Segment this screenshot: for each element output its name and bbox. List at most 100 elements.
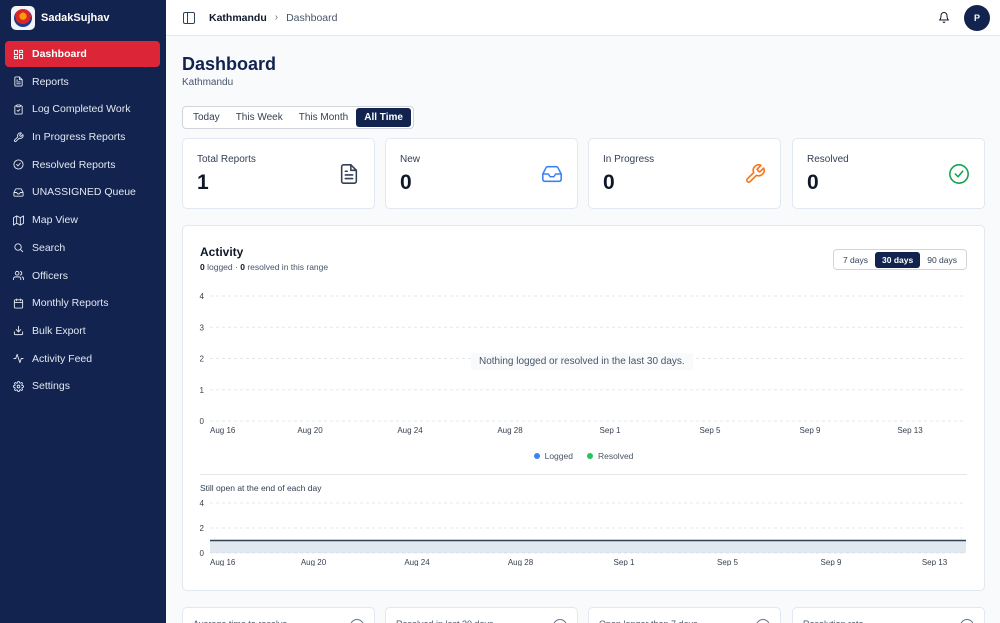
sidebar-item-label: Activity Feed	[32, 352, 93, 365]
x-tick-label: Sep 9	[821, 558, 842, 566]
sidebar-item-label: Bulk Export	[32, 324, 86, 337]
legend-item-resolved[interactable]: Resolved	[586, 451, 633, 461]
calendar-icon	[13, 298, 24, 309]
legend-dot	[533, 453, 540, 459]
sidebar-item-label: Search	[32, 241, 66, 254]
brand[interactable]: SadakSujhav	[0, 0, 166, 36]
sidebar-item-officers[interactable]: Officers	[5, 263, 160, 289]
wrench-icon	[13, 132, 24, 143]
sidebar-item-settings[interactable]: Settings	[5, 373, 160, 399]
chevron-right-icon: ›	[274, 12, 279, 23]
sidebar-item-reports[interactable]: Reports	[5, 69, 160, 95]
metric-icon	[960, 619, 974, 623]
metric-card-resolved-in-last-30-days: Resolved in last 30 days	[385, 607, 578, 623]
file-text-icon	[13, 76, 24, 87]
x-tick-label: Sep 13	[897, 426, 923, 435]
x-tick-label: Aug 28	[497, 426, 523, 435]
tab-this-month[interactable]: This Month	[291, 108, 356, 127]
metric-label: Open longer than 7 days	[599, 619, 698, 623]
users-icon	[13, 270, 24, 281]
metric-card-resolution-rate: Resolution rate	[792, 607, 985, 623]
legend-dot	[586, 453, 593, 459]
range-7-days[interactable]: 7 days	[836, 252, 875, 268]
stat-value: 0	[603, 171, 615, 194]
tab-this-week[interactable]: This Week	[228, 108, 291, 127]
sidebar-item-map-view[interactable]: Map View	[5, 207, 160, 233]
page-title: Dashboard	[182, 54, 277, 74]
sidebar-item-label: Map View	[32, 214, 78, 227]
logged-text: logged ·	[207, 262, 238, 272]
y-tick-label: 1	[200, 386, 205, 395]
sidebar-item-monthly-reports[interactable]: Monthly Reports	[5, 290, 160, 316]
sidebar-item-bulk-export[interactable]: Bulk Export	[5, 318, 160, 344]
x-tick-label: Sep 1	[614, 558, 635, 566]
sidebar-item-label: Officers	[32, 269, 68, 282]
metric-card-average-time-to-resolve: Average time to resolve	[182, 607, 375, 623]
inbox-icon	[13, 187, 24, 198]
stat-label: Resolved	[807, 154, 849, 165]
metric-label: Resolution rate	[803, 619, 864, 623]
check-circle-icon	[948, 163, 970, 185]
open-chart: 0 2 4 Aug 16 Aug 20 Aug 24 Aug 28 Sep 1 Sep 5 Sep…	[200, 499, 966, 566]
clipboard-icon	[13, 104, 24, 115]
stat-value: 0	[400, 171, 412, 194]
sidebar-item-dashboard[interactable]: Dashboard	[5, 41, 160, 67]
breadcrumb-kathmandu[interactable]: Kathmandu	[209, 12, 267, 24]
sidebar-item-label: Reports	[32, 75, 69, 88]
dashboard-icon	[13, 49, 24, 60]
empty-message: Nothing logged or resolved in the last 3…	[471, 353, 693, 370]
tab-all-time[interactable]: All Time	[356, 108, 411, 127]
sidebar: SadakSujhav Dashboard Reports Log Complete…	[0, 0, 166, 623]
avatar[interactable]: P	[964, 5, 990, 31]
bell-icon[interactable]	[938, 11, 950, 24]
sidebar-item-activity-feed[interactable]: Activity Feed	[5, 346, 160, 372]
range-90-days[interactable]: 90 days	[920, 252, 964, 268]
tab-today[interactable]: Today	[185, 108, 228, 127]
sidebar-item-label: Log Completed Work	[32, 103, 131, 116]
y-tick-label: 4	[200, 499, 205, 508]
sidebar-item-label: Dashboard	[32, 48, 87, 60]
resolved-text: resolved in this range	[247, 262, 329, 272]
sidebar-item-label: In Progress Reports	[32, 131, 126, 144]
chart-legend: Logged Resolved	[183, 451, 984, 461]
sidebar-item-resolved-reports[interactable]: Resolved Reports	[5, 152, 160, 178]
map-icon	[13, 215, 24, 226]
check-circle-icon	[13, 159, 24, 170]
search-icon	[13, 242, 24, 253]
range-selector: 7 days 30 days 90 days	[832, 249, 967, 270]
sidebar-item-label: Settings	[32, 380, 70, 393]
period-tabs: Today This Week This Month All Time	[182, 106, 414, 129]
file-text-icon	[338, 163, 360, 185]
app-logo	[11, 6, 35, 30]
sidebar-item-label: Monthly Reports	[32, 297, 109, 310]
sidebar-item-log-completed-work[interactable]: Log Completed Work	[5, 96, 160, 122]
activity-card: Activity 0 logged · 0 resolved in this r…	[182, 225, 985, 591]
sidebar-item-search[interactable]: Search	[5, 235, 160, 261]
open-chart-title: Still open at the end of each day	[200, 483, 322, 493]
stat-label: New	[400, 154, 421, 165]
sidebar-toggle-icon[interactable]	[183, 11, 195, 24]
legend-item-logged[interactable]: Logged	[533, 451, 573, 461]
x-tick-label: Aug 28	[508, 558, 534, 566]
activity-summary: 0 logged · 0 resolved in this range	[200, 262, 328, 272]
sidebar-item-unassigned-queue[interactable]: UNASSIGNED Queue	[5, 179, 160, 205]
topbar: Kathmandu › Dashboard P	[166, 0, 1000, 36]
stat-label: Total Reports	[197, 154, 256, 165]
app-name: SadakSujhav	[41, 12, 110, 24]
y-tick-label: 2	[200, 524, 205, 533]
page-subtitle: Kathmandu	[182, 77, 234, 88]
inbox-icon	[541, 163, 563, 185]
metric-card-open-longer-than-7-days: Open longer than 7 days	[588, 607, 781, 623]
range-30-days[interactable]: 30 days	[875, 251, 921, 268]
stat-card-total-reports[interactable]: Total Reports 1	[182, 138, 375, 209]
x-tick-label: Aug 24	[404, 558, 430, 566]
x-tick-label: Sep 13	[922, 558, 948, 566]
logged-count: 0	[200, 262, 205, 272]
y-tick-label: 0	[200, 549, 205, 558]
sidebar-item-in-progress-reports[interactable]: In Progress Reports	[5, 124, 160, 150]
stat-card-new[interactable]: New 0	[385, 138, 578, 209]
download-icon	[13, 325, 24, 336]
stat-card-resolved[interactable]: Resolved 0	[792, 138, 985, 209]
stat-card-in-progress[interactable]: In Progress 0	[588, 138, 781, 209]
x-tick-label: Sep 5	[717, 558, 738, 566]
